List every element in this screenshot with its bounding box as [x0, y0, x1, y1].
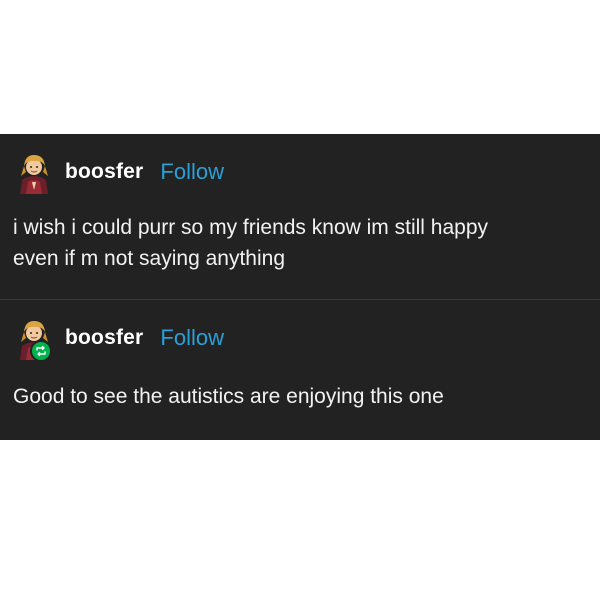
- reblog-post: boosfer Follow: [0, 300, 600, 440]
- character-avatar-icon: [20, 155, 48, 194]
- post-header: boosfer Follow: [12, 150, 224, 194]
- post-text-line: even if m not saying anything: [13, 247, 285, 270]
- username[interactable]: boosfer: [65, 326, 143, 350]
- post-text: Good to see the autistics are enjoying t…: [13, 381, 593, 412]
- post-text-line: Good to see the autistics are enjoying t…: [13, 385, 444, 408]
- post-text-line: i wish i could purr so my friends know i…: [13, 216, 489, 239]
- follow-button[interactable]: Follow: [160, 159, 224, 185]
- original-post: boosfer Follow i wish i could purr so my…: [0, 134, 600, 299]
- avatar[interactable]: [12, 316, 56, 362]
- follow-button[interactable]: Follow: [160, 325, 224, 351]
- reblog-badge: [30, 340, 52, 362]
- post-text: i wish i could purr so my friends know i…: [13, 212, 593, 274]
- username[interactable]: boosfer: [65, 160, 143, 184]
- post-header: boosfer Follow: [12, 316, 224, 362]
- avatar[interactable]: [12, 150, 56, 194]
- reblog-icon: [36, 345, 46, 357]
- post-thread-card: boosfer Follow i wish i could purr so my…: [0, 134, 600, 440]
